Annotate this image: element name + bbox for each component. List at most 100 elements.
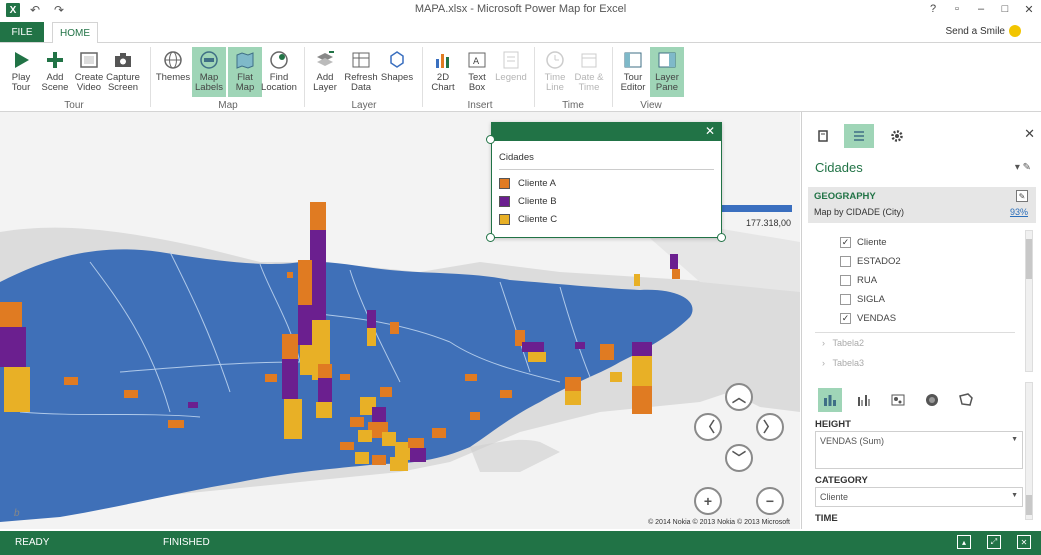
chevron-down-icon[interactable]: ▼: [1011, 436, 1018, 443]
group-time: Time Line Date & Time Time: [538, 45, 608, 111]
play-tour-button[interactable]: Play Tour: [4, 47, 38, 97]
tab-layers[interactable]: [808, 124, 838, 148]
height-field-box[interactable]: VENDAS (Sum) ▼: [815, 431, 1023, 469]
bing-logo: b: [14, 508, 20, 519]
create-video-button[interactable]: Create Video: [72, 47, 106, 97]
field-item[interactable]: RUA: [840, 272, 877, 288]
geography-header: GEOGRAPHY: [814, 191, 876, 202]
capture-screen-button[interactable]: Capture Screen: [106, 47, 140, 97]
group-label-map: Map: [218, 100, 238, 111]
tab-file[interactable]: FILE: [0, 22, 44, 42]
layer-name[interactable]: Cidades: [815, 160, 863, 175]
tab-home[interactable]: HOME: [52, 22, 98, 43]
chart-2d-button[interactable]: 2D Chart: [426, 47, 460, 97]
bubble-icon: [891, 394, 905, 406]
resize-handle-top-left[interactable]: [486, 135, 495, 144]
stacked-column-button[interactable]: [818, 388, 842, 412]
map-labels-button[interactable]: Map Labels: [192, 47, 226, 97]
field-item[interactable]: SIGLA: [840, 291, 885, 307]
tour-editor-button[interactable]: Tour Editor: [616, 47, 650, 97]
redo-icon[interactable]: ↷: [50, 1, 68, 19]
legend-icon: [503, 51, 519, 69]
add-scene-button[interactable]: Add Scene: [38, 47, 72, 97]
region-button[interactable]: [954, 388, 978, 412]
add-layer-button[interactable]: Add Layer: [308, 47, 342, 97]
rotate-right-button[interactable]: 〉: [756, 413, 784, 441]
restore-ribbon-button[interactable]: ▫: [949, 1, 965, 17]
legend-item: Cliente C: [499, 212, 557, 226]
resize-handle-bottom-right[interactable]: [717, 233, 726, 242]
legend-close-icon[interactable]: ✕: [705, 124, 715, 138]
refresh-data-button[interactable]: Refresh Data: [344, 47, 378, 97]
shapes-button[interactable]: Shapes: [380, 47, 414, 97]
find-location-button[interactable]: Find Location: [261, 47, 297, 97]
group-label-time: Time: [562, 100, 584, 111]
bubble-button[interactable]: [886, 388, 910, 412]
table-item[interactable]: › Tabela3: [822, 358, 864, 368]
tab-field-list[interactable]: [844, 124, 874, 148]
field-checkbox[interactable]: [840, 274, 851, 286]
play-icon: [15, 52, 29, 68]
tilt-down-button[interactable]: ﹀: [725, 444, 753, 472]
legend-panel[interactable]: ✕ Cidades Cliente A Cliente B Cliente C: [491, 122, 722, 238]
edit-geography-icon[interactable]: ✎: [1016, 190, 1028, 202]
category-field-box[interactable]: Cliente ▼: [815, 487, 1023, 507]
pane-close-icon[interactable]: ✕: [1024, 126, 1035, 142]
chevron-down-icon[interactable]: ▼: [1011, 492, 1018, 499]
clustered-column-button[interactable]: [852, 388, 876, 412]
minimize-button[interactable]: –: [973, 1, 989, 17]
legend-item: Cliente B: [499, 194, 557, 208]
heat-map-button[interactable]: [920, 388, 944, 412]
time-line-button[interactable]: Time Line: [538, 47, 572, 97]
resize-handle-bottom-left[interactable]: [486, 233, 495, 242]
rotate-left-button[interactable]: 〈: [694, 413, 722, 441]
legend-item: Cliente A: [499, 176, 556, 190]
plus-icon: [47, 52, 63, 68]
legend-header[interactable]: ✕: [492, 123, 721, 141]
legend-button[interactable]: Legend: [494, 47, 528, 97]
fit-screen-icon[interactable]: ⤢: [987, 535, 1001, 549]
group-label-view: View: [640, 100, 662, 111]
field-checkbox[interactable]: [840, 293, 851, 305]
field-item[interactable]: ✓ VENDAS: [840, 310, 896, 326]
field-item[interactable]: ✓ Cliente: [840, 234, 887, 250]
picture-icon[interactable]: ▴: [957, 535, 971, 549]
tab-settings[interactable]: [882, 124, 912, 148]
layer-pane-button[interactable]: Layer Pane: [650, 47, 684, 97]
shapes-icon: [390, 51, 404, 68]
flat-map-button[interactable]: Flat Map: [228, 47, 262, 97]
refresh-data-icon: [352, 52, 370, 68]
field-list-scrollbar[interactable]: [1025, 230, 1033, 372]
help-button[interactable]: ?: [925, 1, 941, 17]
date-time-button[interactable]: Date & Time: [572, 47, 606, 97]
height-label: HEIGHT: [815, 419, 851, 430]
camera-icon: [115, 53, 131, 67]
geography-section[interactable]: GEOGRAPHY Map by CIDADE (City) 93% ✎: [808, 187, 1036, 223]
table-item[interactable]: › Tabela2: [822, 338, 864, 348]
gear-icon: [891, 130, 903, 142]
field-item[interactable]: ESTADO2: [840, 253, 901, 269]
field-checkbox[interactable]: [840, 255, 851, 267]
calendar-icon: [581, 53, 597, 68]
layers-stack-icon: [818, 130, 828, 142]
undo-icon[interactable]: ↶: [26, 1, 44, 19]
group-label-layer: Layer: [351, 100, 377, 111]
text-box-button[interactable]: A Text Box: [460, 47, 494, 97]
clock-icon: [546, 51, 564, 69]
stacked-column-icon: [824, 395, 836, 406]
fullscreen-icon[interactable]: ✕: [1017, 535, 1031, 549]
layer-tools[interactable]: ▾ ✎: [1015, 162, 1031, 173]
zoom-out-button[interactable]: −: [756, 487, 784, 515]
text-box-icon: A: [468, 52, 486, 68]
field-checkbox[interactable]: ✓: [840, 236, 851, 248]
close-button[interactable]: ✕: [1021, 1, 1037, 17]
tilt-up-button[interactable]: ︿: [725, 383, 753, 411]
field-checkbox[interactable]: ✓: [840, 312, 851, 324]
scale-bar: [722, 205, 792, 212]
send-smile-button[interactable]: Send a Smile: [946, 25, 1021, 37]
geography-confidence-link[interactable]: 93%: [1010, 207, 1028, 217]
zoom-in-button[interactable]: +: [694, 487, 722, 515]
maximize-button[interactable]: □: [997, 1, 1013, 17]
themes-button[interactable]: Themes: [156, 47, 190, 97]
settings-scrollbar[interactable]: [1025, 382, 1033, 520]
